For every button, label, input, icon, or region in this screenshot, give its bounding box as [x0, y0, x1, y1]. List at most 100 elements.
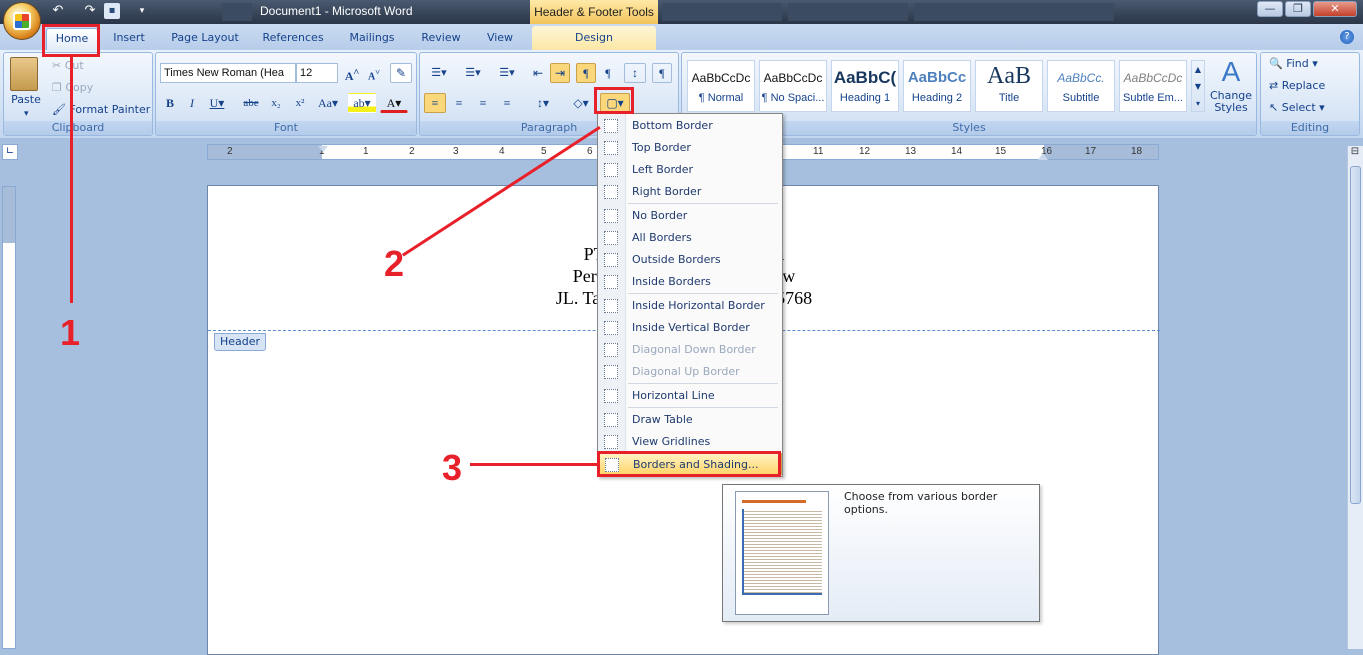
ltr-button[interactable]: ¶ [576, 63, 596, 83]
format-painter-label: Format Painter [69, 103, 151, 116]
bold-button[interactable]: B [160, 93, 180, 113]
tab-insert[interactable]: Insert [106, 28, 152, 50]
style-sample: AaBbC( [833, 68, 897, 87]
change-styles-button[interactable]: Change Styles [1206, 90, 1256, 114]
justify-button[interactable]: ≡ [496, 93, 518, 113]
find-button[interactable]: 🔍 Find ▾ [1269, 57, 1318, 70]
ruler-tick: 3 [453, 146, 459, 157]
multilevel-list-button[interactable]: ☰▾ [492, 63, 522, 83]
minimize-button[interactable]: — [1257, 1, 1283, 17]
menu-item-diagonal-down-border[interactable]: Diagonal Down Border [598, 339, 782, 361]
close-button[interactable]: ✕ [1313, 1, 1357, 17]
left-border-icon [604, 163, 618, 177]
align-center-button[interactable]: ≡ [448, 93, 470, 113]
menu-item-inside-borders[interactable]: Inside Borders [598, 271, 782, 293]
grow-font-button[interactable]: A˄ [342, 63, 362, 83]
menu-item-inside-vertical-border[interactable]: Inside Vertical Border [598, 317, 782, 339]
subscript-button[interactable]: x₂ [266, 93, 286, 113]
bottom-border-icon [604, 119, 618, 133]
strikethrough-button[interactable]: abe [240, 93, 262, 113]
save-icon[interactable]: ▪ [104, 3, 120, 19]
outside-borders-icon [604, 253, 618, 267]
ruler-tick: 12 [859, 146, 871, 157]
menu-item-outside-borders[interactable]: Outside Borders [598, 249, 782, 271]
style-subtle-emphasis[interactable]: AaBbCcDc Subtle Em... [1119, 60, 1187, 112]
menu-item-view-gridlines[interactable]: View Gridlines [598, 431, 782, 453]
tab-selector[interactable]: ∟ [2, 144, 18, 160]
taskbar-item [914, 3, 1114, 21]
style-heading-2[interactable]: AaBbCc Heading 2 [903, 60, 971, 112]
menu-item-all-borders[interactable]: All Borders [598, 227, 782, 249]
menu-item-top-border[interactable]: Top Border [598, 137, 782, 159]
decrease-indent-button[interactable]: ⇤ [528, 63, 548, 83]
align-right-button[interactable]: ≡ [472, 93, 494, 113]
font-name-box[interactable]: Times New Roman (Hea [160, 63, 296, 83]
numbering-button[interactable]: ☰▾ [458, 63, 488, 83]
menu-item-left-border[interactable]: Left Border [598, 159, 782, 181]
format-painter-button[interactable]: 🖌 Format Painter [52, 103, 150, 116]
tab-design[interactable]: Design [532, 26, 656, 50]
ruler-margin [3, 187, 15, 243]
menu-item-inside-horizontal-border[interactable]: Inside Horizontal Border [598, 295, 782, 317]
tab-view[interactable]: View [478, 28, 522, 50]
shading-button[interactable]: ◇▾ [566, 93, 596, 113]
menu-item-diagonal-up-border[interactable]: Diagonal Up Border [598, 361, 782, 383]
vertical-ruler[interactable] [2, 186, 16, 649]
menu-item-draw-table[interactable]: Draw Table [598, 409, 782, 431]
italic-button[interactable]: I [182, 93, 202, 113]
tab-review[interactable]: Review [414, 28, 468, 50]
paste-button[interactable]: Paste [6, 93, 46, 106]
style-no-spacing[interactable]: AaBbCcDc ¶ No Spaci... [759, 60, 827, 112]
cut-button[interactable]: ✂ Cut [52, 59, 84, 72]
select-button[interactable]: ↖ Select ▾ [1269, 101, 1325, 114]
tab-page-layout[interactable]: Page Layout [164, 28, 246, 50]
menu-item-label: No Border [632, 209, 688, 222]
highlight-button[interactable]: ab▾ [348, 93, 376, 113]
right-border-icon [604, 185, 618, 199]
underline-button[interactable]: U▾ [204, 93, 230, 113]
right-indent-marker-icon[interactable] [1038, 152, 1048, 160]
indent-marker-icon[interactable] [318, 146, 328, 160]
menu-item-no-border[interactable]: No Border [598, 205, 782, 227]
draw-table-icon [604, 413, 618, 427]
style-normal[interactable]: AaBbCcDc ¶ Normal [687, 60, 755, 112]
menu-item-label: Inside Vertical Border [632, 321, 750, 334]
view-ruler-icon[interactable]: ⊟ [1348, 146, 1362, 162]
menu-item-horizontal-line[interactable]: Horizontal Line [598, 385, 782, 407]
styles-scroll[interactable]: ▲ ▼ ▾ [1191, 60, 1205, 112]
restore-button[interactable]: ❐ [1285, 1, 1311, 17]
annotation-number-3: 3 [442, 447, 463, 488]
sort-button[interactable]: ↕ [624, 63, 646, 83]
shrink-font-button[interactable]: A˅ [364, 63, 384, 83]
vertical-scrollbar[interactable] [1347, 146, 1363, 649]
scrollbar-thumb[interactable] [1350, 166, 1361, 504]
rtl-button[interactable]: ¶ [598, 63, 618, 83]
bullets-button[interactable]: ☰▾ [424, 63, 454, 83]
change-case-button[interactable]: Aa▾ [314, 93, 342, 113]
menu-item-bottom-border[interactable]: Bottom Border [598, 115, 782, 137]
tab-mailings[interactable]: Mailings [340, 28, 404, 50]
replace-button[interactable]: ⇄ Replace [1269, 79, 1325, 92]
paste-dropdown-icon[interactable]: ▾ [24, 109, 29, 119]
help-icon[interactable]: ? [1340, 30, 1354, 44]
superscript-button[interactable]: x² [290, 93, 310, 113]
show-hide-button[interactable]: ¶ [652, 63, 672, 83]
style-title[interactable]: AaB Title [975, 60, 1043, 112]
undo-icon[interactable]: ↶ [50, 3, 66, 19]
office-logo-icon [13, 12, 31, 30]
taskbar-item [222, 3, 252, 21]
increase-indent-button[interactable]: ⇥ [550, 63, 570, 83]
menu-item-right-border[interactable]: Right Border [598, 181, 782, 203]
style-subtitle[interactable]: AaBbCc. Subtitle [1047, 60, 1115, 112]
office-button[interactable] [3, 2, 41, 40]
style-heading-1[interactable]: AaBbC(Heading 1 [831, 60, 899, 112]
font-color-button[interactable]: A▾ [380, 93, 408, 113]
line-spacing-button[interactable]: ↕▾ [528, 93, 558, 113]
menu-item-label: Diagonal Up Border [632, 365, 740, 378]
tab-references[interactable]: References [256, 28, 330, 50]
redo-icon[interactable]: ↷ [82, 3, 98, 19]
align-left-button[interactable]: ≡ [424, 93, 446, 113]
font-size-box[interactable]: 12 [296, 63, 338, 83]
customize-qat-icon[interactable]: ▾ [134, 3, 150, 19]
clear-formatting-button[interactable]: ✎ [390, 63, 412, 83]
